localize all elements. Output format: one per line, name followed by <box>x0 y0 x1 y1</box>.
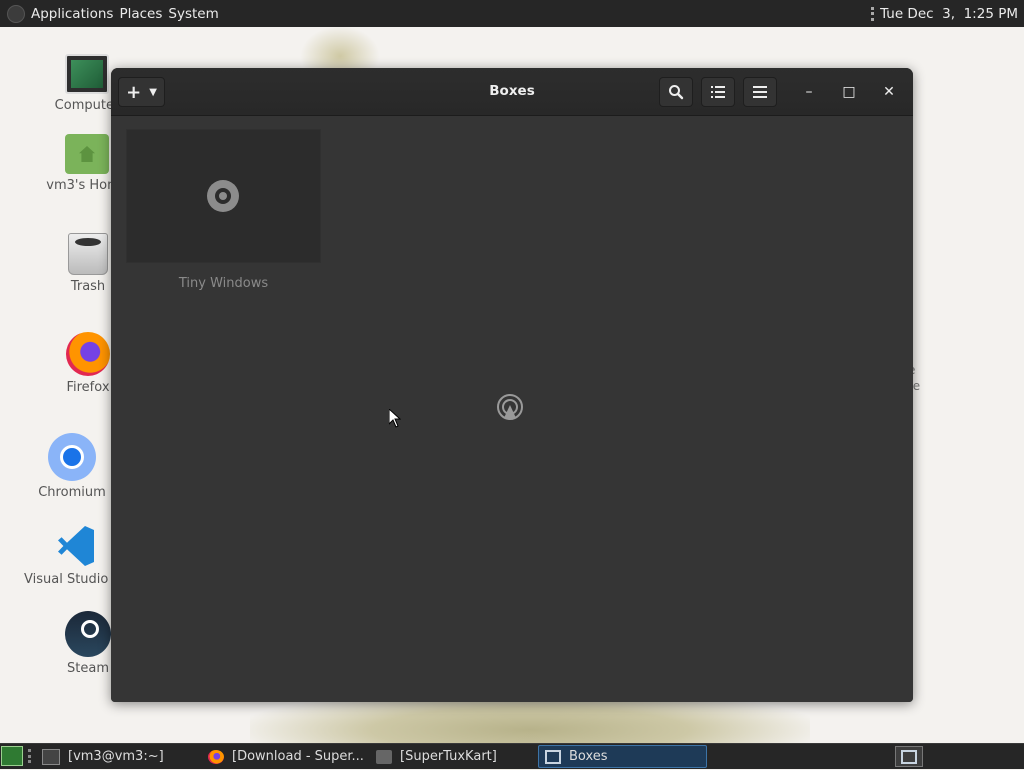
computer-icon <box>65 54 109 94</box>
places-menu[interactable]: Places <box>119 6 168 22</box>
chevron-down-icon: ▼ <box>149 86 157 98</box>
window-title: Boxes <box>489 83 535 99</box>
desktop-icon-label: Visual Studio Code <box>24 572 146 587</box>
hamburger-icon <box>753 86 767 98</box>
close-icon: ✕ <box>883 84 895 100</box>
firefox-icon <box>66 332 110 376</box>
maximize-button[interactable]: □ <box>838 81 860 103</box>
boxes-window: + ▼ Boxes – □ ✕ Tiny Windows <box>111 68 913 702</box>
system-menu[interactable]: System <box>168 6 224 22</box>
disc-icon <box>207 180 239 212</box>
desktop-icon-chromium[interactable]: Chromium <box>22 433 122 500</box>
firefox-icon <box>208 749 224 764</box>
task-firefox[interactable]: [Download - Super... <box>202 745 364 768</box>
steam-icon <box>65 611 111 657</box>
boxes-icon <box>545 749 561 764</box>
search-button[interactable] <box>659 77 693 107</box>
panel-handle-icon <box>871 6 875 21</box>
maximize-icon: □ <box>842 84 856 100</box>
chromium-icon <box>48 433 96 481</box>
new-box-button[interactable]: + ▼ <box>118 77 165 107</box>
plus-icon: + <box>126 81 142 103</box>
top-panel: Applications Places System Tue Dec 3, 1:… <box>0 0 1024 27</box>
minimize-button[interactable]: – <box>798 81 820 103</box>
minimize-icon: – <box>805 84 813 100</box>
boxes-collection-view: Tiny Windows <box>111 116 913 702</box>
box-thumbnail[interactable] <box>126 129 321 263</box>
bottom-taskbar: [vm3@vm3:~] [Download - Super... [SuperT… <box>0 743 1024 769</box>
mouse-cursor-icon <box>389 409 401 428</box>
task-label: [SuperTuxKart] <box>400 749 497 764</box>
task-supertuxkart[interactable]: [SuperTuxKart] <box>370 745 532 768</box>
main-menu-button[interactable] <box>743 77 777 107</box>
workspace-switcher[interactable] <box>895 746 923 767</box>
box-name-label[interactable]: Tiny Windows <box>126 276 321 291</box>
home-folder-icon <box>65 134 109 174</box>
distro-logo-icon[interactable] <box>7 4 25 23</box>
trash-icon <box>68 233 108 275</box>
task-label: Boxes <box>569 749 608 764</box>
terminal-icon <box>42 748 60 765</box>
task-label: [vm3@vm3:~] <box>68 749 164 764</box>
window-icon <box>376 749 392 764</box>
clock[interactable]: Tue Dec 3, 1:25 PM <box>880 6 1018 22</box>
applications-menu[interactable]: Applications <box>31 6 119 22</box>
task-label: [Download - Super... <box>232 749 364 764</box>
close-button[interactable]: ✕ <box>878 81 900 103</box>
remote-connection-icon <box>497 394 523 420</box>
task-terminal[interactable]: [vm3@vm3:~] <box>36 745 196 768</box>
desktop-icon-vscode[interactable]: Visual Studio Code <box>24 524 146 587</box>
list-icon <box>711 86 725 98</box>
header-bar[interactable]: + ▼ Boxes – □ ✕ <box>111 68 913 116</box>
vscode-icon <box>52 524 96 568</box>
taskbar-handle-icon <box>28 749 31 763</box>
list-view-button[interactable] <box>701 77 735 107</box>
show-desktop-icon[interactable] <box>1 746 23 766</box>
desktop-icon-label: Chromium <box>38 485 106 500</box>
task-boxes[interactable]: Boxes <box>538 745 707 768</box>
boxes-icon <box>901 749 917 764</box>
search-icon <box>669 85 684 100</box>
